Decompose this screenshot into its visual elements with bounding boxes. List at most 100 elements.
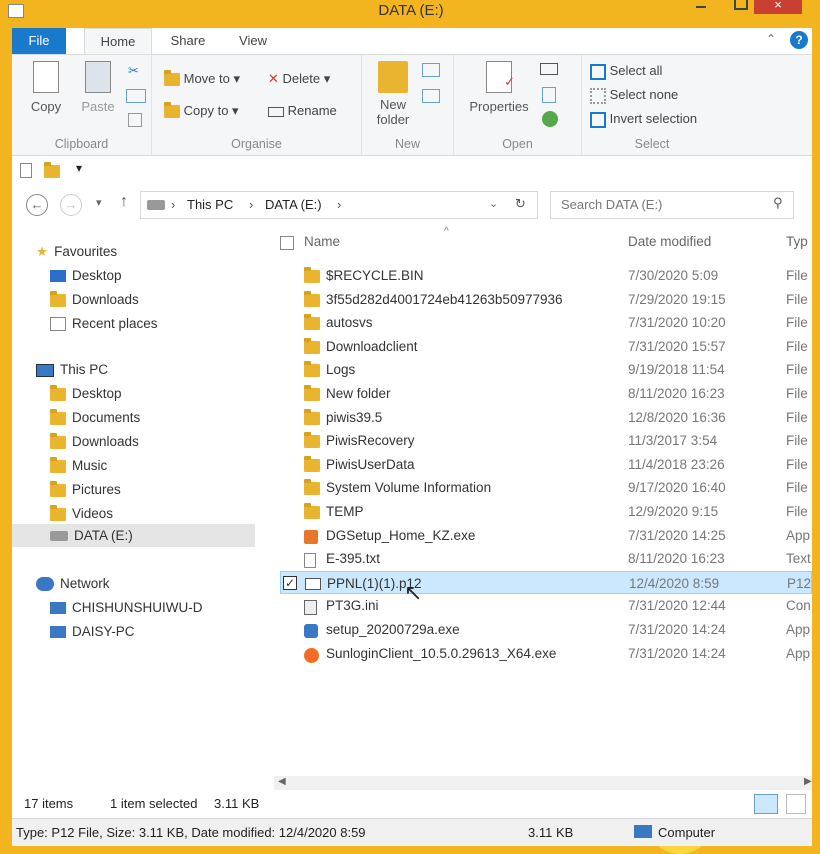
scroll-right-icon[interactable]: ▶ xyxy=(804,776,812,787)
select-all-checkbox[interactable] xyxy=(280,236,294,250)
breadcrumb-separator-icon: › xyxy=(337,197,342,212)
file-row[interactable]: PiwisUserData 11/4/2018 23:26 File xyxy=(274,453,812,476)
easy-access-icon[interactable] xyxy=(422,89,440,103)
file-row[interactable]: ✓ PPNL(1)(1).p12 12/4/2020 8:59 P12 xyxy=(280,570,812,594)
nav-pc-pictures[interactable]: Pictures xyxy=(50,478,121,501)
nav-network[interactable]: Network xyxy=(36,572,110,595)
file-date: 9/17/2020 16:40 xyxy=(628,480,726,496)
properties-qat-icon[interactable] xyxy=(20,163,32,178)
nav-net-daisy-pc[interactable]: DAISY-PC xyxy=(50,620,135,643)
nav-fav-downloads[interactable]: Downloads xyxy=(50,288,139,311)
move-to-button[interactable]: Move to ▾ xyxy=(164,70,240,87)
nav-pc-downloads[interactable]: Downloads xyxy=(50,430,139,453)
file-row[interactable]: E-395.txt 8/11/2020 16:23 Text xyxy=(274,547,812,570)
file-row[interactable]: 3f55d282d4001724eb41263b50977936 7/29/202… xyxy=(274,288,812,311)
file-row[interactable]: SunloginClient_10.5.0.29613_X64.exe 7/31/… xyxy=(274,642,812,665)
nav-pc-documents[interactable]: Documents xyxy=(50,406,140,429)
search-input[interactable]: Search DATA (E:) xyxy=(561,197,662,212)
paste-button[interactable]: Paste xyxy=(74,61,122,114)
breadcrumb-this-pc[interactable]: This PC xyxy=(187,197,233,212)
back-button[interactable]: ← xyxy=(26,194,48,216)
file-date: 7/31/2020 12:44 xyxy=(628,598,726,614)
file-date: 7/31/2020 14:25 xyxy=(628,527,726,543)
forward-button[interactable]: → xyxy=(60,194,82,216)
file-row[interactable]: Logs 9/19/2018 11:54 File xyxy=(274,358,812,381)
open-icon[interactable] xyxy=(540,63,558,75)
nav-this-pc[interactable]: This PC xyxy=(36,358,108,381)
customize-qat-icon[interactable]: ▾ xyxy=(76,161,82,175)
file-type: File xyxy=(786,291,808,307)
properties-button[interactable]: ✓ Properties xyxy=(464,61,534,114)
folder-icon xyxy=(304,432,320,449)
tab-file[interactable]: File xyxy=(12,28,66,54)
copy-button[interactable]: Copy xyxy=(24,61,68,114)
recent-places-icon xyxy=(50,317,66,332)
minimize-button[interactable] xyxy=(688,0,714,14)
file-row[interactable]: PT3G.ini 7/31/2020 12:44 Con xyxy=(274,594,812,617)
nav-net-daisy-pc-label: DAISY-PC xyxy=(72,624,135,639)
file-row[interactable]: DGSetup_Home_KZ.exe 7/31/2020 14:25 App xyxy=(274,524,812,547)
delete-button[interactable]: ✕ Delete ▾ xyxy=(268,71,330,87)
recent-locations-icon[interactable]: ▾ xyxy=(96,196,102,209)
file-row[interactable]: TEMP 12/9/2020 9:15 File xyxy=(274,500,812,523)
new-item-icon[interactable] xyxy=(422,63,440,77)
file-row[interactable]: $RECYCLE.BIN 7/30/2020 5:09 File xyxy=(274,264,812,287)
nav-pc-data-drive[interactable]: DATA (E:) xyxy=(12,524,255,547)
file-row[interactable]: New folder 8/11/2020 16:23 File xyxy=(274,382,812,405)
tab-view[interactable]: View xyxy=(230,28,276,54)
maximize-button[interactable] xyxy=(726,0,752,14)
nav-pc-videos[interactable]: Videos xyxy=(50,502,113,525)
rename-button[interactable]: Rename xyxy=(268,103,337,118)
scroll-left-icon[interactable]: ◀ xyxy=(278,776,286,787)
nav-pc-desktop[interactable]: Desktop xyxy=(50,382,122,405)
copy-path-icon[interactable] xyxy=(126,89,146,103)
nav-pc-music[interactable]: Music xyxy=(50,454,107,477)
file-row[interactable]: PiwisRecovery 11/3/2017 3:54 File xyxy=(274,429,812,452)
file-date: 11/4/2018 23:26 xyxy=(628,456,725,472)
star-icon: ★ xyxy=(36,244,49,259)
nav-favourites[interactable]: ★ Favourites xyxy=(36,240,117,263)
collapse-ribbon-icon[interactable]: ⌃ xyxy=(766,32,776,46)
paste-shortcut-icon[interactable] xyxy=(128,113,142,127)
file-row[interactable]: autosvs 7/31/2020 10:20 File xyxy=(274,311,812,334)
edit-icon[interactable] xyxy=(542,87,556,103)
delete-icon: ✕ xyxy=(268,71,279,86)
invert-selection-button[interactable]: Invert selection xyxy=(590,111,697,128)
nav-pc-data-drive-label: DATA (E:) xyxy=(74,528,133,543)
column-header-name[interactable]: Name xyxy=(304,234,340,249)
new-folder-qat-icon[interactable] xyxy=(44,162,60,178)
address-dropdown-icon[interactable]: ⌄ xyxy=(489,197,498,210)
folder-icon xyxy=(304,337,320,354)
new-folder-button[interactable]: New folder xyxy=(370,61,416,127)
column-header-type[interactable]: Typ xyxy=(786,234,808,249)
file-row[interactable]: System Volume Information 9/17/2020 16:40… xyxy=(274,476,812,499)
column-header-date[interactable]: Date modified xyxy=(628,234,711,249)
select-all-button[interactable]: Select all xyxy=(590,63,662,80)
new-folder-label-1: New xyxy=(379,97,406,112)
downloads-folder-icon xyxy=(50,432,66,449)
title-bar[interactable]: DATA (E:) × xyxy=(4,0,818,24)
nav-fav-desktop[interactable]: Desktop xyxy=(50,264,122,287)
file-row[interactable]: Downloadclient 7/31/2020 15:57 File xyxy=(274,335,812,358)
breadcrumb-drive[interactable]: DATA (E:) xyxy=(265,197,322,212)
copy-to-button[interactable]: Copy to ▾ xyxy=(164,102,239,119)
help-icon[interactable]: ? xyxy=(790,31,808,49)
search-box[interactable]: Search DATA (E:) ⚲ xyxy=(550,191,794,219)
file-row[interactable]: piwis39.5 12/8/2020 16:36 File xyxy=(274,406,812,429)
search-icon[interactable]: ⚲ xyxy=(773,195,783,211)
file-row[interactable]: setup_20200729a.exe 7/31/2020 14:24 App xyxy=(274,618,812,641)
nav-recent-places[interactable]: Recent places xyxy=(50,312,158,335)
history-icon[interactable] xyxy=(542,111,558,127)
large-icons-view-icon[interactable] xyxy=(786,794,806,814)
select-none-button[interactable]: Select none xyxy=(590,87,678,104)
nav-net-chishunshuiwu[interactable]: CHISHUNSHUIWU-D xyxy=(50,596,203,619)
tab-home[interactable]: Home xyxy=(84,28,152,54)
cut-icon[interactable]: ✂ xyxy=(128,63,139,79)
row-checkbox[interactable]: ✓ xyxy=(283,575,297,590)
close-button[interactable]: × xyxy=(754,0,802,14)
address-bar[interactable]: › This PC › DATA (E:) › ⌄ ↻ xyxy=(140,191,538,219)
up-button[interactable]: ↑ xyxy=(120,193,128,211)
details-view-icon[interactable] xyxy=(754,794,778,814)
tab-share[interactable]: Share xyxy=(162,28,214,54)
refresh-icon[interactable]: ↻ xyxy=(515,196,526,212)
